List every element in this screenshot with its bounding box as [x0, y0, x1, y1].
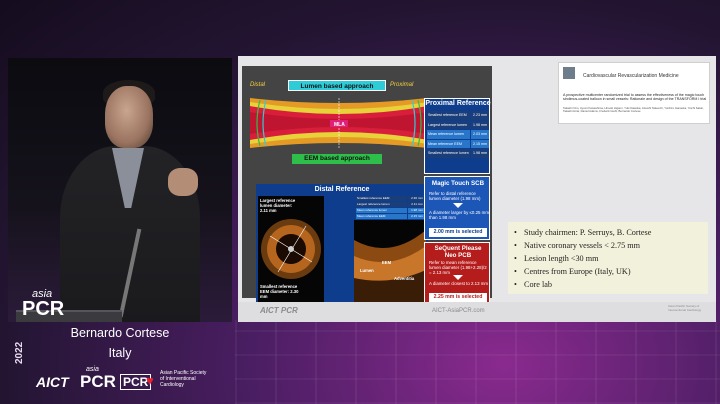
society-logo-text: Asian Pacific Society of Interventional …	[160, 370, 207, 388]
event-year: 2022	[14, 341, 25, 364]
table-row: Largest reference lumen 2.11 mm	[356, 202, 426, 207]
table-row: Mean reference EEM 2.15 mm	[356, 214, 426, 219]
speaker-country: Italy	[108, 346, 132, 360]
podium-logo-pcr: PCR	[22, 298, 65, 320]
list-item: • Centres from Europe (Italy, UK)	[514, 267, 631, 276]
list-item: • Study chairmen: P. Serruys, B. Cortese	[514, 228, 652, 237]
footer-logo: AICT PCR	[260, 306, 298, 315]
speaker-hand	[168, 168, 198, 196]
speaker-video	[8, 58, 232, 322]
lumen-banner: Lumen based approach	[288, 80, 386, 91]
sequent-box: SeQuent Please Neo PCB Refer to mean ref…	[424, 242, 490, 304]
magic-touch-text1: Refer to distal reference lumen diameter…	[429, 191, 481, 202]
paper-authors: Takashi Ono, Ayumi Kawashima, Hirooki Hi…	[563, 106, 704, 114]
paper-title: A prospective multicenter randomized tri…	[563, 93, 707, 102]
table-row: Largest reference lumen 1.98 mm	[427, 120, 489, 129]
speaker-name: Bernardo Cortese	[70, 326, 170, 340]
sequent-title: SeQuent Please Neo PCB	[434, 245, 482, 259]
distal-label: Distal	[250, 82, 266, 88]
table-row: Smallest reference lumen 1.98 mm	[427, 149, 489, 158]
oct-label-bottom: Smallest reference EEM diameter: 2.30 mm	[260, 284, 299, 299]
sequent-result: 2.25 mm is selected	[429, 293, 487, 302]
journal-logo-icon	[563, 67, 575, 79]
mla-label: MLA	[334, 122, 345, 128]
distal-reference-box: Distal Reference Largest reference lumen…	[256, 184, 428, 304]
list-item: • Lesion length <30 mm	[514, 254, 599, 263]
magic-touch-result: 2.00 mm is selected	[429, 228, 487, 237]
speaker-head	[105, 86, 153, 148]
magic-touch-text2: A diameter larger by ≤0.25 mm than 1.98 …	[429, 210, 489, 221]
proximal-reference-title: Proximal Reference	[425, 100, 491, 107]
paper-journal: Cardiovascular Revascularization Medicin…	[583, 73, 679, 79]
slide-footer: AICT PCR AICT-AsiaPCR.com Asian Pacific …	[238, 302, 716, 322]
eem-banner: EEM based approach	[292, 154, 382, 164]
distal-reference-title: Distal Reference	[314, 186, 370, 193]
journal-paper-thumbnail: Cardiovascular Revascularization Medicin…	[558, 62, 710, 124]
arrow-down-icon	[453, 275, 463, 280]
proximal-reference-box: Proximal Reference Smallest reference EE…	[424, 98, 491, 174]
aict-logo: AICT	[36, 374, 69, 390]
oct-image-longitudinal: Lumen EEM Adventitia	[354, 220, 426, 302]
table-row: Mean reference lumen 2.03 mm	[427, 130, 489, 139]
oct2-label-eem: EEM	[382, 260, 392, 265]
trial-summary-box: • Study chairmen: P. Serruys, B. Cortese …	[508, 222, 708, 294]
oct-image-cross-section: Largest reference lumen diameter: 2.11 m…	[258, 196, 324, 302]
sequent-text2: A diameter closest to 2.13 mm	[429, 281, 489, 286]
arrow-down-icon	[453, 203, 463, 208]
table-row: Mean reference lumen 1.98 mm	[356, 208, 426, 213]
list-item: • Native coronary vessels < 2.75 mm	[514, 241, 641, 250]
list-item: • Core lab	[514, 280, 552, 289]
proximal-reference-table: Smallest reference EEM 2.23 mm Largest re…	[427, 111, 489, 159]
magic-touch-title: Magic Touch SCB	[431, 180, 485, 187]
presentation-slide: Distal Proximal Lumen based approach MLA…	[238, 56, 716, 322]
table-row: Smallest reference EEM 2.30 mm	[356, 196, 426, 201]
oct2-label-adventitia: Adventitia	[394, 276, 415, 281]
footer-url: AICT-AsiaPCR.com	[432, 308, 485, 314]
table-row: Mean reference EEM 2.15 mm	[427, 139, 489, 148]
heart-icon: ♥	[146, 373, 154, 388]
stage-grid-pattern	[235, 320, 720, 404]
footer-society: Asian Pacific Society of Interventional …	[668, 304, 702, 312]
oct-label-top: Largest reference lumen diameter: 2.11 m…	[260, 198, 296, 213]
pcr-logo: PCR	[80, 372, 116, 391]
sequent-text1: Refer to mean reference lumen diameter (…	[429, 260, 487, 276]
proximal-label: Proximal	[390, 82, 414, 88]
magic-touch-box: Magic Touch SCB Refer to distal referenc…	[424, 176, 490, 240]
table-row: Smallest reference EEM 2.23 mm	[427, 111, 489, 120]
oct2-label-lumen: Lumen	[360, 268, 374, 273]
